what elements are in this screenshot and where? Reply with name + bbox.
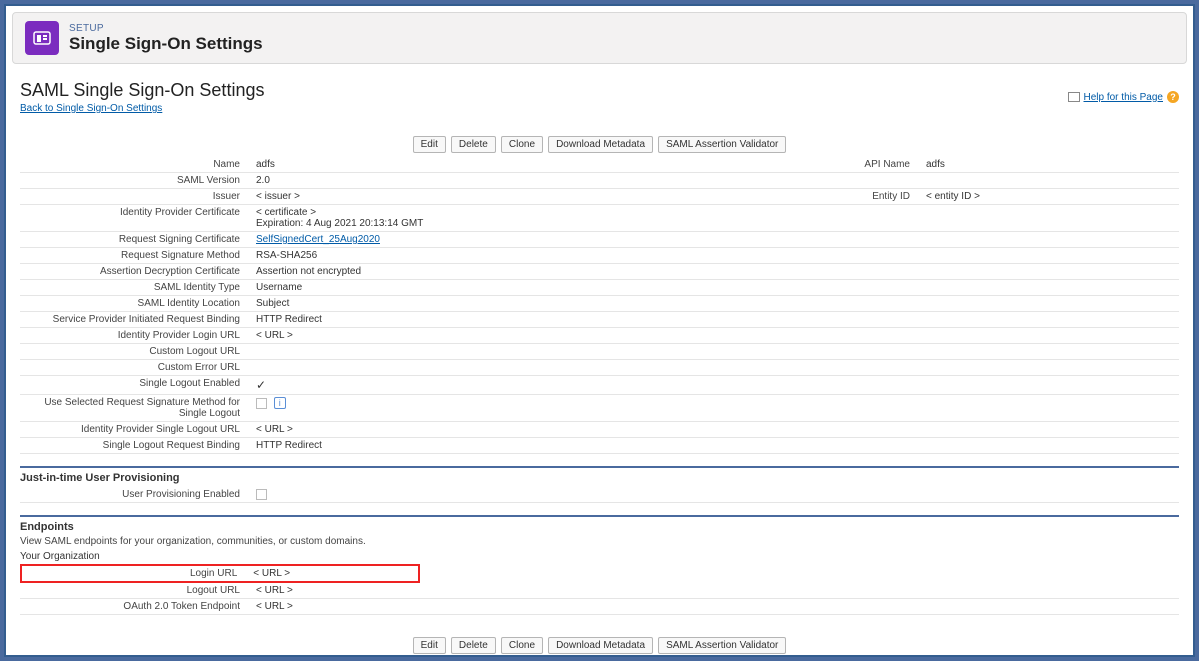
field-value: HTTP Redirect bbox=[250, 312, 770, 328]
field-value: < entity ID > bbox=[920, 189, 1179, 205]
field-label: Custom Error URL bbox=[20, 360, 250, 376]
help-icon[interactable]: ? bbox=[1167, 91, 1179, 103]
field-label: Single Logout Enabled bbox=[20, 376, 250, 395]
field-value: Subject bbox=[250, 296, 770, 312]
field-value: < URL > bbox=[250, 422, 770, 438]
field-value: adfs bbox=[250, 157, 770, 173]
page-title: Single Sign-On Settings bbox=[69, 34, 263, 54]
section-title: SAML Single Sign-On Settings bbox=[20, 80, 264, 101]
field-label: Identity Provider Login URL bbox=[20, 328, 250, 344]
delete-button[interactable]: Delete bbox=[451, 136, 496, 153]
field-value: Assertion not encrypted bbox=[250, 264, 770, 280]
field-label: SAML Version bbox=[20, 173, 250, 189]
field-label: Custom Logout URL bbox=[20, 344, 250, 360]
field-label: Request Signing Certificate bbox=[20, 232, 250, 248]
field-label: Use Selected Request Signature Method fo… bbox=[20, 395, 250, 422]
field-label: Issuer bbox=[20, 189, 250, 205]
login-url-label: Login URL bbox=[21, 565, 247, 582]
field-label: SAML Identity Location bbox=[20, 296, 250, 312]
field-value: < URL > bbox=[250, 328, 770, 344]
jit-heading: Just-in-time User Provisioning bbox=[20, 472, 1179, 484]
field-label: User Provisioning Enabled bbox=[20, 487, 250, 503]
checkbox-unchecked bbox=[256, 398, 267, 409]
field-value: 2.0 bbox=[250, 173, 770, 189]
back-link[interactable]: Back to Single Sign-On Settings bbox=[20, 103, 162, 114]
field-label: Name bbox=[20, 157, 250, 173]
field-label: Identity Provider Single Logout URL bbox=[20, 422, 250, 438]
field-value: < certificate > Expiration: 4 Aug 2021 2… bbox=[250, 205, 770, 232]
field-value: < URL > bbox=[250, 583, 770, 599]
saml-validator-button[interactable]: SAML Assertion Validator bbox=[658, 637, 786, 654]
page-header: SETUP Single Sign-On Settings bbox=[12, 12, 1187, 64]
field-value: < URL > bbox=[250, 599, 770, 615]
field-value: RSA-SHA256 bbox=[250, 248, 770, 264]
field-label: API Name bbox=[770, 157, 920, 173]
checkmark-icon: ✓ bbox=[256, 378, 266, 392]
login-url-value: < URL > bbox=[247, 565, 419, 582]
field-label: Request Signature Method bbox=[20, 248, 250, 264]
field-label: SAML Identity Type bbox=[20, 280, 250, 296]
setup-breadcrumb: SETUP bbox=[69, 23, 263, 34]
your-org-heading: Your Organization bbox=[20, 551, 1179, 562]
help-link[interactable]: Help for this Page bbox=[1084, 92, 1164, 103]
field-value: HTTP Redirect bbox=[250, 438, 770, 454]
clone-button[interactable]: Clone bbox=[501, 637, 543, 654]
saml-validator-button[interactable]: SAML Assertion Validator bbox=[658, 136, 786, 153]
button-row-top: Edit Delete Clone Download Metadata SAML… bbox=[20, 136, 1179, 153]
field-label: Logout URL bbox=[20, 583, 250, 599]
field-label: Assertion Decryption Certificate bbox=[20, 264, 250, 280]
field-value: Username bbox=[250, 280, 770, 296]
settings-table: Name adfs API Name adfs SAML Version 2.0… bbox=[20, 157, 1179, 454]
endpoints-description: View SAML endpoints for your organizatio… bbox=[20, 536, 1179, 547]
button-row-bottom: Edit Delete Clone Download Metadata SAML… bbox=[20, 637, 1179, 654]
edit-button[interactable]: Edit bbox=[413, 136, 446, 153]
printer-icon bbox=[1068, 92, 1080, 102]
delete-button[interactable]: Delete bbox=[451, 637, 496, 654]
endpoints-heading: Endpoints bbox=[20, 521, 1179, 533]
field-value: adfs bbox=[920, 157, 1179, 173]
field-label: OAuth 2.0 Token Endpoint bbox=[20, 599, 250, 615]
info-icon[interactable]: i bbox=[274, 397, 286, 409]
field-label: Entity ID bbox=[770, 189, 920, 205]
download-metadata-button[interactable]: Download Metadata bbox=[548, 136, 653, 153]
field-value bbox=[250, 360, 770, 376]
download-metadata-button[interactable]: Download Metadata bbox=[548, 637, 653, 654]
field-label: Single Logout Request Binding bbox=[20, 438, 250, 454]
edit-button[interactable]: Edit bbox=[413, 637, 446, 654]
request-signing-cert-link[interactable]: SelfSignedCert_25Aug2020 bbox=[256, 234, 380, 245]
field-label: Service Provider Initiated Request Bindi… bbox=[20, 312, 250, 328]
clone-button[interactable]: Clone bbox=[501, 136, 543, 153]
field-label: Identity Provider Certificate bbox=[20, 205, 250, 232]
setup-icon bbox=[25, 21, 59, 55]
field-value bbox=[250, 344, 770, 360]
checkbox-unchecked bbox=[256, 489, 267, 500]
field-value: < issuer > bbox=[250, 189, 770, 205]
